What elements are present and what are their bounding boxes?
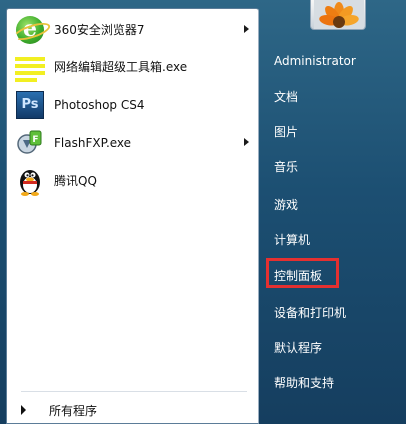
separator bbox=[21, 391, 247, 392]
program-qq[interactable]: 腾讯QQ bbox=[12, 164, 255, 197]
program-label: Photoshop CS4 bbox=[54, 97, 145, 112]
right-item-computer[interactable]: 计算机 bbox=[268, 226, 398, 252]
photoshop-icon: Ps bbox=[15, 90, 45, 120]
program-flashfxp[interactable]: F FlashFXP.exe bbox=[12, 126, 255, 159]
toolbox-icon bbox=[15, 52, 45, 82]
svg-text:F: F bbox=[32, 135, 38, 145]
expand-arrow-icon bbox=[21, 405, 26, 415]
submenu-arrow-icon bbox=[244, 25, 249, 33]
pinned-programs-pane: e 360安全浏览器7 网络编辑超级工具箱.exe Ps Photoshop C… bbox=[6, 8, 259, 424]
right-item-pictures[interactable]: 图片 bbox=[268, 118, 398, 144]
submenu-arrow-icon bbox=[244, 138, 249, 146]
control-panel-highlight-box bbox=[266, 258, 339, 288]
all-programs-button[interactable]: 所有程序 bbox=[15, 397, 251, 423]
qq-penguin-icon bbox=[15, 166, 45, 196]
right-item-user[interactable]: Administrator bbox=[268, 48, 398, 74]
right-item-help-support[interactable]: 帮助和支持 bbox=[268, 369, 398, 395]
program-label: 网络编辑超级工具箱.exe bbox=[54, 60, 188, 74]
program-photoshop[interactable]: Ps Photoshop CS4 bbox=[12, 88, 255, 121]
start-menu: e 360安全浏览器7 网络编辑超级工具箱.exe Ps Photoshop C… bbox=[0, 0, 406, 424]
flashfxp-icon: F bbox=[15, 128, 45, 158]
all-programs-label: 所有程序 bbox=[49, 403, 98, 418]
right-item-devices-printers[interactable]: 设备和打印机 bbox=[268, 299, 398, 325]
program-label: 360安全浏览器7 bbox=[54, 23, 145, 37]
program-360-browser[interactable]: e 360安全浏览器7 bbox=[12, 13, 255, 46]
right-item-default-programs[interactable]: 默认程序 bbox=[268, 334, 398, 360]
program-label: 腾讯QQ bbox=[54, 174, 97, 188]
right-item-documents[interactable]: 文档 bbox=[268, 83, 398, 109]
user-avatar-flower[interactable] bbox=[310, 0, 366, 30]
program-toolbox[interactable]: 网络编辑超级工具箱.exe bbox=[12, 50, 255, 83]
360-browser-icon: e bbox=[15, 15, 45, 45]
right-item-games[interactable]: 游戏 bbox=[268, 191, 398, 217]
right-item-music[interactable]: 音乐 bbox=[268, 153, 398, 179]
program-label: FlashFXP.exe bbox=[54, 135, 132, 150]
